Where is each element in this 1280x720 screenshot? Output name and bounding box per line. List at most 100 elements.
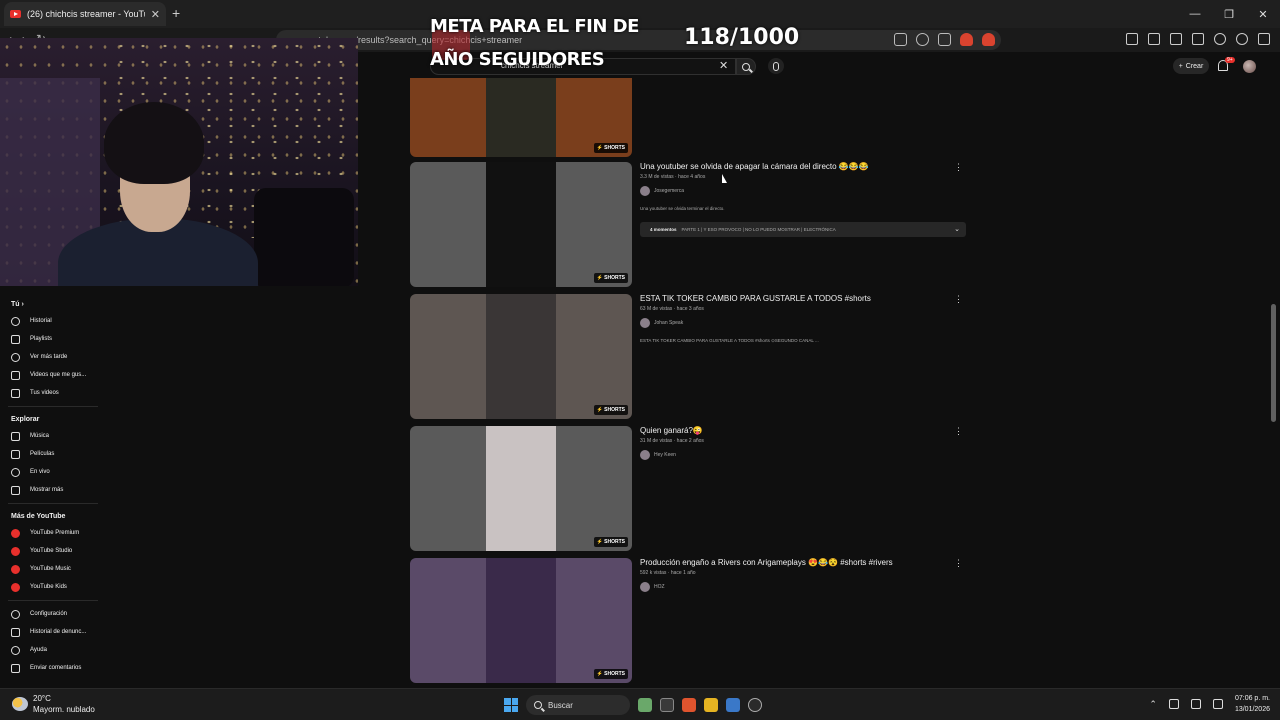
sidebar-item-mostrar-m-s[interactable]: Mostrar más: [0, 481, 100, 499]
channel-link[interactable]: Josegemerca: [640, 186, 684, 196]
sidebar-item-en-vivo[interactable]: En vivo: [0, 463, 100, 481]
account-avatar[interactable]: [1243, 60, 1256, 73]
brave-browser-icon[interactable]: [682, 698, 696, 712]
video-description: ESTA TIK TOKER CAMBIO PARA GUSTARLE A TO…: [640, 338, 819, 343]
video-thumbnail[interactable]: ⚡ SHORTS: [410, 558, 632, 683]
network-icon[interactable]: [1190, 699, 1201, 709]
minimize-button[interactable]: —: [1178, 0, 1212, 28]
file-explorer-icon[interactable]: [704, 698, 718, 712]
create-button[interactable]: + Crear: [1173, 58, 1209, 74]
video-result[interactable]: ⚡ SHORTS Producción engaño a Rivers con A…: [410, 558, 970, 684]
video-title[interactable]: Producción engaño a Rivers con Arigamepl…: [640, 558, 893, 567]
sidebar-item-label: YouTube Music: [30, 566, 71, 572]
video-thumbnail[interactable]: ⚡ SHORTS: [410, 294, 632, 419]
sidebar-item-playlists[interactable]: Playlists: [0, 330, 100, 348]
cast-icon[interactable]: [894, 33, 907, 46]
film-icon: [11, 449, 20, 459]
menu-icon[interactable]: [1258, 33, 1270, 45]
mouse-cursor-icon: [722, 174, 727, 183]
task-view-icon[interactable]: [660, 698, 674, 712]
obs-icon[interactable]: [748, 698, 762, 712]
video-result[interactable]: ⚡ SHORTS: [410, 78, 970, 158]
volume-icon[interactable]: [1212, 699, 1223, 709]
video-result[interactable]: ⚡ SHORTS Una youtuber se olvida de apagar…: [410, 162, 970, 288]
more-options-icon[interactable]: ⋮: [954, 294, 963, 305]
vpn-icon[interactable]: [1236, 33, 1248, 45]
brave-rewards-icon[interactable]: [982, 33, 995, 46]
tab-close-icon[interactable]: ✕: [151, 8, 160, 21]
new-tab-button[interactable]: +: [172, 5, 180, 21]
channel-avatar: [640, 450, 650, 460]
widgets-icon[interactable]: [638, 698, 652, 712]
youtube-studio-icon: [11, 546, 20, 556]
youtube-music-icon: [11, 564, 20, 574]
microphone-icon[interactable]: [1168, 699, 1179, 709]
wallet-icon[interactable]: [1192, 33, 1204, 45]
sidebar-item-ver-m-s-tarde[interactable]: Ver más tarde: [0, 348, 100, 366]
sidebar-section-you[interactable]: Tú ›: [0, 296, 100, 312]
video-result[interactable]: ⚡ SHORTS Quien ganará?😜 ⋮ 31 M de vistas · …: [410, 426, 970, 552]
windows-start-icon[interactable]: [504, 698, 518, 712]
sidebar-item-label: Tus videos: [30, 390, 59, 396]
microsoft-store-icon[interactable]: [726, 698, 740, 712]
screenshot-icon[interactable]: [1148, 33, 1160, 45]
sidebar-item-tus-videos[interactable]: Tus videos: [0, 384, 100, 402]
video-thumbnail[interactable]: ⚡ SHORTS: [410, 78, 632, 157]
video-thumbnail[interactable]: ⚡ SHORTS: [410, 162, 632, 287]
more-options-icon[interactable]: ⋮: [954, 162, 963, 173]
sidebar-item-youtube-music[interactable]: YouTube Music: [0, 560, 100, 578]
playlist-icon: [11, 334, 20, 344]
more-options-icon[interactable]: ⋮: [954, 558, 963, 569]
sidebar-item-historial[interactable]: Historial: [0, 312, 100, 330]
music-icon: [11, 431, 20, 441]
zoom-icon[interactable]: [916, 33, 929, 46]
sidebar-item-videos-que-me-gus[interactable]: Videos que me gus...: [0, 366, 100, 384]
video-title[interactable]: Una youtuber se olvida de apagar la cáma…: [640, 162, 869, 171]
video-description: Una youtuber se olvida terminar el direc…: [640, 206, 725, 211]
channel-link[interactable]: HOZ: [640, 582, 665, 592]
weather-widget[interactable]: 20°C Mayorm. nublado: [12, 693, 95, 715]
sidebar-item-youtube-premium[interactable]: YouTube Premium: [0, 524, 100, 542]
sidebar-item-enviar-comentarios[interactable]: Enviar comentarios: [0, 659, 100, 677]
voice-search-icon[interactable]: [768, 58, 784, 74]
key-moments-bar[interactable]: 4 momentos PARTE 1 | Y ESO PROVOCO | NO L…: [640, 222, 966, 237]
close-window-button[interactable]: ✕: [1246, 0, 1280, 28]
more-options-icon[interactable]: ⋮: [954, 426, 963, 437]
tray-chevron-icon[interactable]: ⌃: [1149, 699, 1157, 710]
video-thumbnail[interactable]: ⚡ SHORTS: [410, 426, 632, 551]
channel-link[interactable]: Hey Keen: [640, 450, 676, 460]
browser-tab-youtube[interactable]: (26) chichcis streamer - YouTube ✕: [4, 2, 166, 26]
moments-count: 4 momentos: [650, 227, 677, 232]
clock-icon: [11, 352, 20, 362]
sidebar-section-more: Más de YouTube: [11, 512, 66, 520]
sidebar-item-youtube-kids[interactable]: YouTube Kids: [0, 578, 100, 596]
chevron-right-icon: ›: [21, 300, 24, 308]
extensions-icon[interactable]: [1126, 33, 1138, 45]
sidebar-item-historial-de-denunc[interactable]: Historial de denunc...: [0, 623, 100, 641]
sidebar-icon[interactable]: [1170, 33, 1182, 45]
leo-ai-icon[interactable]: [1214, 33, 1226, 45]
search-clear-icon[interactable]: ✕: [719, 59, 728, 72]
video-result[interactable]: ⚡ SHORTS ESTA TIK TOKER CAMBIO PARA GUSTA…: [410, 294, 970, 420]
sidebar-item-label: Historial de denunc...: [30, 629, 87, 635]
sidebar-item-m-sica[interactable]: Música: [0, 427, 100, 445]
video-title[interactable]: ESTA TIK TOKER CAMBIO PARA GUSTARLE A TO…: [640, 294, 871, 303]
short-frame: [486, 78, 556, 157]
share-icon[interactable]: [938, 33, 951, 46]
chevron-down-icon[interactable]: ⌄: [954, 225, 960, 233]
sidebar-item-youtube-studio[interactable]: YouTube Studio: [0, 542, 100, 560]
page-scrollbar[interactable]: [1271, 304, 1276, 422]
sidebar-item-ayuda[interactable]: Ayuda: [0, 641, 100, 659]
video-title[interactable]: Quien ganará?😜: [640, 426, 703, 435]
search-button[interactable]: [736, 58, 756, 75]
notification-count-badge: 9+: [1225, 57, 1235, 63]
channel-link[interactable]: Johan Speak: [640, 318, 683, 328]
sidebar-item-label: Enviar comentarios: [30, 665, 82, 671]
clock[interactable]: 07:06 p. m. 13/01/2026: [1235, 693, 1270, 715]
sidebar-item-pel-culas[interactable]: Películas: [0, 445, 100, 463]
maximize-button[interactable]: ❐: [1212, 0, 1246, 28]
sidebar-item-label: Configuración: [30, 611, 68, 617]
brave-shields-icon[interactable]: [960, 33, 973, 46]
taskbar-search[interactable]: Buscar: [526, 695, 630, 715]
sidebar-item-configuraci-n[interactable]: Configuración: [0, 605, 100, 623]
